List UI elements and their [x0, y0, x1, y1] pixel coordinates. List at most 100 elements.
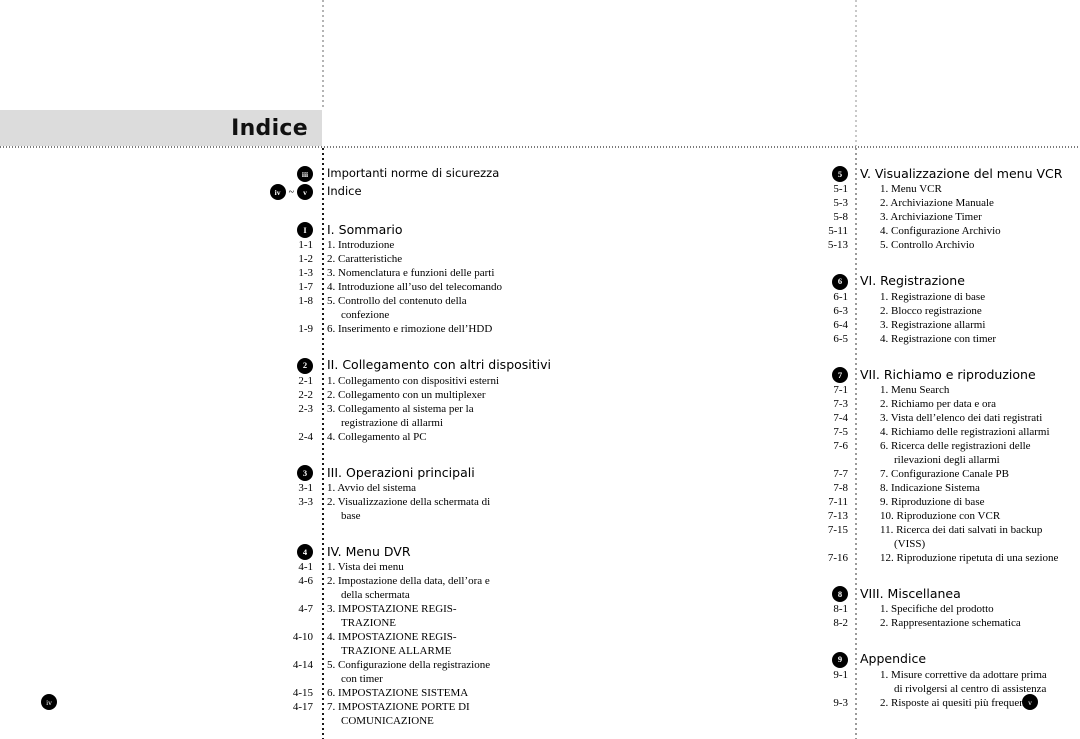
toc-entry[interactable]: 2-4 4. Collegamento al PC [0, 430, 560, 444]
toc-entry[interactable]: 2-2 2. Collegamento con un multiplexer [0, 388, 560, 402]
toc-entry-page-number: 2-2 [298, 388, 313, 401]
toc-entry-label: 7. Configurazione Canale PB [880, 467, 1009, 480]
toc-entry[interactable]: 7-1 1. Menu Search [533, 383, 1080, 397]
toc-section: I I. Sommario [0, 221, 560, 239]
toc-entry[interactable]: 4-17 7. IMPOSTAZIONE PORTE DI COMUNICAZION… [0, 700, 560, 728]
toc-entry[interactable]: 4-6 2. Impostazione della data, dell’ora … [0, 574, 560, 602]
chapter-badge: 8 [832, 586, 848, 603]
toc-entry[interactable]: 6-3 2. Blocco registrazione [533, 304, 1080, 318]
toc-entry[interactable]: 7-16 12. Riproduzione ripetuta di una sez… [533, 551, 1080, 565]
toc-entry-label: 4. Collegamento al PC [327, 430, 427, 443]
toc-entry[interactable]: 7-3 2. Richiamo per data e ora [533, 397, 1080, 411]
toc-entry[interactable]: 1-7 4. Introduzione all’uso del telecoman… [0, 280, 560, 294]
toc-entry-page-number: 7-13 [827, 509, 848, 522]
toc-entry[interactable]: 7-8 8. Indicazione Sistema [533, 481, 1080, 495]
toc-entry[interactable]: 7-6 6. Ricerca delle registrazioni delle r… [533, 439, 1080, 467]
toc-entry-label: 1. Registrazione di base [880, 290, 986, 303]
toc-entry-page-number: 6-1 [833, 290, 848, 303]
toc-right-column: 5 V. Visualizzazione del menu VCR 5-1 1. Me… [533, 165, 1080, 710]
toc-entry-label: 12. Riproduzione ripetuta di una sezione [880, 551, 1059, 564]
toc-entry-label: 2. Risposte ai quesiti più frequenti [880, 696, 1031, 709]
toc-entry[interactable]: 4-10 4. IMPOSTAZIONE REGIS- TRAZIONE ALLAR… [0, 630, 560, 658]
toc-entry[interactable]: 7-7 7. Configurazione Canale PB [533, 467, 1080, 481]
toc-entry[interactable]: 4-1 1. Vista dei menu [0, 560, 560, 574]
toc-entry-page-number: 6-5 [833, 332, 848, 345]
toc-entry-label: 2. Rappresentazione schematica [880, 617, 1021, 630]
toc-entry-label: 1. Specifiche del prodotto [880, 603, 994, 616]
toc-entry-page-number: 1-3 [298, 267, 313, 280]
toc-entry-label-continuation: COMUNICAZIONE [341, 715, 434, 728]
toc-entry-page-number: 7-11 [828, 495, 848, 508]
toc-entry[interactable]: 7-13 10. Riproduzione con VCR [533, 509, 1080, 523]
toc-entry[interactable]: 8-2 2. Rappresentazione schematica [533, 616, 1080, 630]
toc-entry[interactable]: 9-3 2. Risposte ai quesiti più frequenti [533, 696, 1080, 710]
toc-entry[interactable]: 4-15 6. IMPOSTAZIONE SISTEMA [0, 686, 560, 700]
toc-entry-page-number: 7-15 [827, 523, 848, 536]
toc-entry-label: 1. Menu Search [880, 383, 950, 396]
toc-section-heading: VII. Richiamo e riproduzione [860, 366, 1036, 382]
toc-entry-page-number: 3-3 [298, 495, 313, 508]
toc-entry[interactable]: 3-1 1. Avvio del sistema [0, 481, 560, 495]
horizontal-divider [0, 146, 1080, 148]
toc-entry-label: 1. Collegamento con dispositivi esterni [327, 374, 500, 387]
toc-section-heading: IV. Menu DVR [327, 543, 411, 559]
toc-entry[interactable]: 6-4 3. Registrazione allarmi [533, 318, 1080, 332]
toc-entry-page-number: 1-7 [298, 281, 313, 294]
toc-entry[interactable]: 8-1 1. Specifiche del prodotto [533, 602, 1080, 616]
toc-entry-label: 2. Caratteristiche [327, 253, 403, 266]
toc-entry[interactable]: 6-1 1. Registrazione di base [533, 290, 1080, 304]
toc-entry[interactable]: 5-11 4. Configurazione Archivio [533, 224, 1080, 238]
toc-section-heading: V. Visualizzazione del menu VCR [860, 166, 1063, 181]
toc-entry-label: 2. Archiviazione Manuale [880, 197, 994, 210]
toc-entry[interactable]: 5-8 3. Archiviazione Timer [533, 210, 1080, 224]
toc-entry-page-number: 3-1 [298, 481, 313, 494]
toc-entry[interactable]: 7-4 3. Vista dell’elenco dei dati registr… [533, 411, 1080, 425]
toc-entry[interactable]: 4-7 3. IMPOSTAZIONE REGIS- TRAZIONE [0, 602, 560, 630]
toc-entry[interactable]: 3-3 2. Visualizzazione della schermata di… [0, 495, 560, 523]
toc-entry-label-continuation: della schermata [341, 589, 410, 602]
toc-entry-page-number: 7-16 [827, 551, 848, 564]
toc-entry[interactable]: 7-11 9. Riproduzione di base [533, 495, 1080, 509]
toc-entry[interactable]: 1-1 1. Introduzione [0, 238, 560, 252]
toc-entry[interactable]: 2-3 3. Collegamento al sistema per la regi… [0, 402, 560, 430]
toc-entry[interactable]: 5-13 5. Controllo Archivio [533, 238, 1080, 252]
toc-entry[interactable]: 7-15 11. Ricerca dei dati salvati in back… [533, 523, 1080, 551]
toc-entry[interactable]: 1-9 6. Inserimento e rimozione dell’HDD [0, 322, 560, 336]
toc-entry[interactable]: 6-5 4. Registrazione con timer [533, 332, 1080, 346]
toc-entry[interactable]: 1-2 2. Caratteristiche [0, 252, 560, 266]
toc-entry[interactable]: 2-1 1. Collegamento con dispositivi ester… [0, 374, 560, 388]
toc-entry-label: 4. Introduzione all’uso del telecomando [327, 281, 503, 294]
toc-entry-label: 1. Introduzione [327, 239, 395, 252]
toc-entry[interactable]: 5-3 2. Archiviazione Manuale [533, 196, 1080, 210]
toc-entry-label: 1. Avvio del sistema [327, 481, 417, 494]
toc-entry-page-number: 7-3 [833, 397, 848, 410]
toc-entry-label: 6. Ricerca delle registrazioni delle rile… [848, 439, 1080, 467]
toc-section-badge-gutter: 6 [533, 272, 848, 290]
toc-front-matter-label: Indice [327, 184, 362, 198]
toc-entry-page-number: 4-7 [298, 603, 313, 616]
toc-entry-label: 6. IMPOSTAZIONE SISTEMA [327, 687, 469, 700]
toc-entry[interactable]: 9-1 1. Misure correttive da adottare prim… [533, 668, 1080, 696]
chapter-badge: 4 [297, 544, 313, 561]
left-column-divider-top [322, 0, 324, 110]
toc-section: 9 Appendice [533, 650, 1080, 668]
toc-entry-label: 4. IMPOSTAZIONE REGIS- TRAZIONE ALLARME [313, 630, 560, 658]
toc-entry[interactable]: 1-8 5. Controllo del contenuto della confe… [0, 294, 560, 322]
toc-entry-page-number: 4-10 [292, 631, 313, 644]
toc-entry-page-number: 7-4 [833, 411, 848, 424]
toc-entry-label-continuation: TRAZIONE ALLARME [341, 645, 452, 658]
toc-entry[interactable]: 1-3 3. Nomenclatura e funzioni delle part… [0, 266, 560, 280]
toc-entry[interactable]: 5-1 1. Menu VCR [533, 182, 1080, 196]
toc-entry[interactable]: 7-5 4. Richiamo delle registrazioni allar… [533, 425, 1080, 439]
toc-section: 5 V. Visualizzazione del menu VCR [533, 165, 1080, 183]
toc-entry-label: 2. Collegamento con un multiplexer [327, 388, 486, 401]
page-badge: v [297, 184, 313, 201]
toc-entry-label: 2. Richiamo per data e ora [880, 397, 997, 410]
toc-entry[interactable]: 4-14 5. Configurazione della registrazion… [0, 658, 560, 686]
toc-entry-label: 5. Configurazione della registrazione con… [313, 658, 560, 686]
toc-entry-label: 3. Nomenclatura e funzioni delle parti [327, 267, 495, 280]
page-badge: iii [297, 166, 313, 183]
toc-entry-page-number: 7-7 [833, 467, 848, 480]
